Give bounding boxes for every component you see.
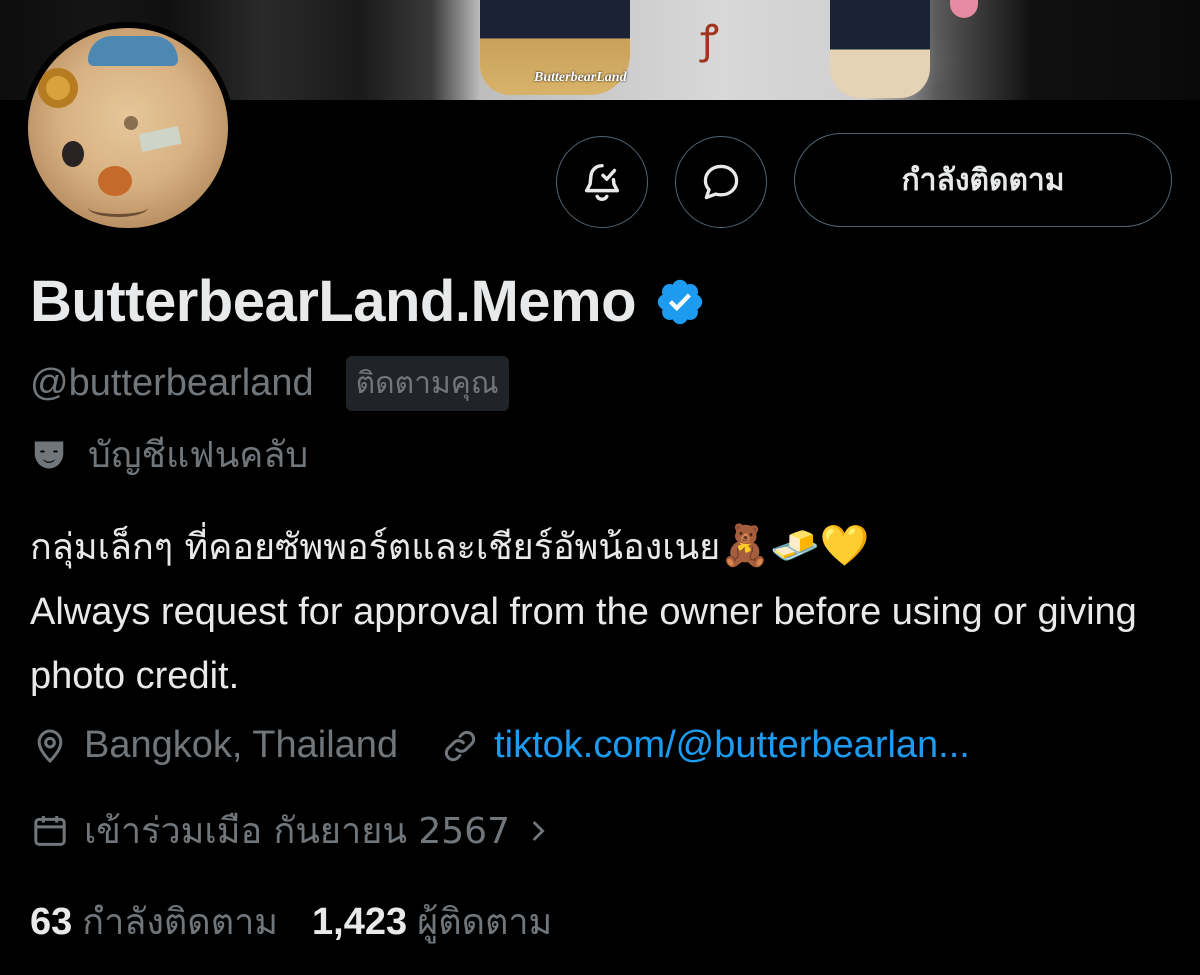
- location-pin-icon: [37, 728, 63, 763]
- display-name: ButterbearLand.Memo: [30, 269, 637, 334]
- follows-you-badge: ติดตามคุณ: [345, 356, 509, 411]
- profile-avatar[interactable]: [22, 22, 234, 234]
- fan-account-label-row[interactable]: บัญชีแฟนคลับ: [30, 426, 308, 483]
- verified-badge-icon[interactable]: [654, 276, 706, 328]
- calendar-icon: [34, 815, 66, 846]
- banner-heart: [950, 0, 978, 18]
- bio-emojis: 🧸🧈💛: [720, 523, 870, 569]
- link-icon: [445, 730, 476, 761]
- bio-line-thai: กลุ่มเล็กๆ ที่คอยซัพพอร์ตและเชียร์อัพน้อ…: [30, 527, 721, 568]
- message-button[interactable]: [675, 136, 767, 228]
- joined-date: เข้าร่วมเมือ กันยายน 2567: [84, 811, 510, 852]
- website-link[interactable]: tiktok.com/@butterbearlan...: [494, 724, 970, 767]
- location-item: Bangkok, Thailand: [30, 724, 398, 767]
- notifications-button[interactable]: [556, 136, 648, 228]
- followers-label: ผู้ติดตาม: [417, 902, 553, 943]
- display-name-row: ButterbearLand.Memo: [30, 268, 706, 335]
- following-count: 63: [30, 901, 73, 943]
- chevron-right-icon: [533, 820, 545, 841]
- location-text: Bangkok, Thailand: [84, 724, 399, 766]
- avatar-image: [28, 28, 228, 228]
- follow-stats: 63 กำลังติดตาม 1,423 ผู้ติดตาม: [30, 893, 552, 950]
- following-label: กำลังติดตาม: [82, 902, 279, 943]
- banner-watermark: ButterbearLand: [534, 70, 627, 85]
- banner-drawing: ꝭ: [700, 17, 719, 63]
- bio-line-english: Always request for approval from the own…: [30, 591, 1137, 697]
- handle-row: @butterbearland ติดตามคุณ: [30, 356, 509, 411]
- banner-figure: [830, 0, 930, 98]
- handle: @butterbearland: [30, 362, 314, 404]
- followers-count: 1,423: [312, 901, 408, 943]
- profile-bio: กลุ่มเล็กๆ ที่คอยซัพพอร์ตและเชียร์อัพน้อ…: [30, 514, 1150, 708]
- following-button[interactable]: กำลังติดตาม: [794, 133, 1172, 227]
- fan-account-label: บัญชีแฟนคลับ: [88, 435, 309, 476]
- bell-check-icon: [584, 163, 620, 201]
- website-item[interactable]: tiktok.com/@butterbearlan...: [440, 724, 970, 767]
- theater-mask-icon: [34, 441, 64, 468]
- profile-meta-row: Bangkok, Thailand tiktok.com/@butterbear…: [30, 724, 970, 767]
- following-stat[interactable]: 63 กำลังติดตาม: [30, 893, 278, 950]
- message-bubble-icon: [703, 164, 739, 200]
- followers-stat[interactable]: 1,423 ผู้ติดตาม: [312, 893, 552, 950]
- joined-date-row[interactable]: เข้าร่วมเมือ กันยายน 2567: [30, 802, 552, 859]
